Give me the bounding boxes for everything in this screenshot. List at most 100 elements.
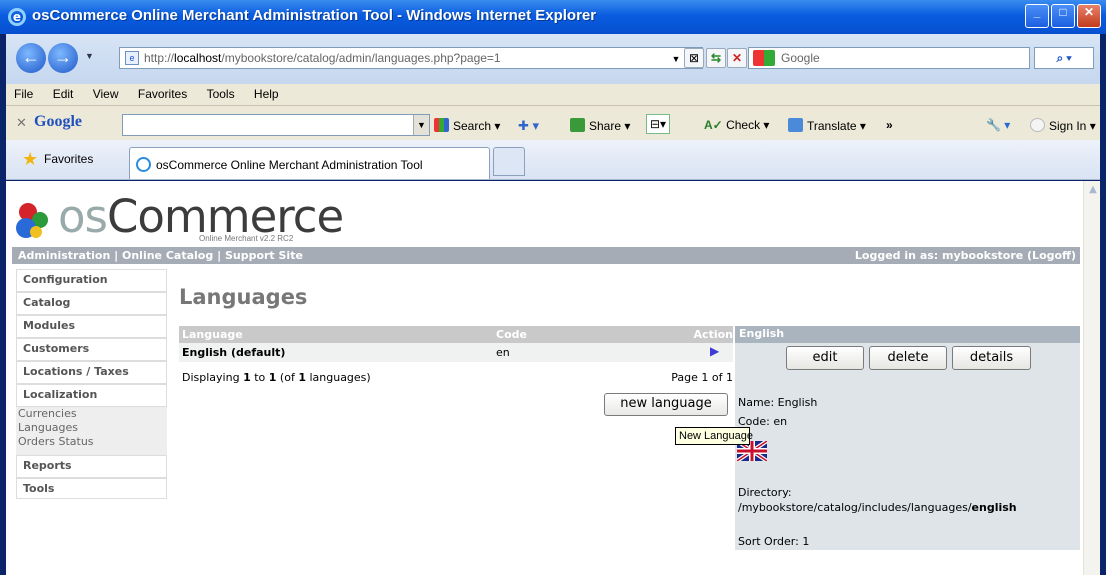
toolbar-search-label: Search — [453, 119, 492, 133]
displaying-prefix: Displaying — [182, 371, 244, 384]
link-separator: | — [114, 249, 122, 262]
menu-help[interactable]: Help — [246, 84, 287, 101]
info-panel-heading: English — [735, 326, 1080, 343]
share-button[interactable]: Share ▾ — [570, 118, 630, 133]
share-icon — [570, 118, 585, 132]
ie-tab-icon — [136, 157, 151, 172]
new-language-tooltip: New Language — [675, 427, 753, 445]
edit-button[interactable]: edit — [786, 346, 864, 370]
link-online-catalog[interactable]: Online Catalog — [122, 249, 213, 262]
url-path: /mybookstore/catalog/admin/languages.php… — [221, 51, 501, 65]
window-title: osCommerce Online Merchant Administratio… — [32, 7, 597, 24]
spellcheck-icon: A✓ — [704, 118, 723, 132]
back-button[interactable]: ← — [16, 43, 46, 73]
delete-button[interactable]: delete — [869, 346, 947, 370]
stop-icon[interactable]: ✕ — [727, 48, 747, 68]
directory-path-bold: english — [971, 501, 1017, 514]
favorites-label[interactable]: Favorites — [44, 152, 93, 166]
address-toolbar: ← → ▼ e http://localhost/mybookstore/cat… — [6, 34, 1100, 91]
menu-file[interactable]: File — [6, 84, 41, 101]
google-search-provider-icon — [753, 50, 775, 66]
forward-button[interactable]: → — [48, 43, 78, 73]
profile-icon — [1030, 118, 1045, 132]
displaying-total: 1 — [298, 371, 306, 384]
browser-tab-active[interactable]: osCommerce Online Merchant Administratio… — [129, 147, 490, 179]
translate-button[interactable]: Translate ▾ — [788, 118, 866, 133]
link-separator: | — [217, 249, 225, 262]
sidebar-item-customers[interactable]: Customers — [16, 338, 167, 361]
displaying-from: 1 — [243, 371, 251, 384]
wrench-icon[interactable]: 🔧 ▾ — [986, 118, 1010, 132]
ie-window: e osCommerce Online Merchant Administrat… — [0, 0, 1106, 575]
toolbar-plus-icon[interactable]: ✚ ▾ — [518, 118, 539, 134]
sidebar-item-localization[interactable]: Localization — [16, 384, 167, 407]
address-input[interactable]: e http://localhost/mybookstore/catalog/a… — [119, 47, 703, 69]
sign-in-button[interactable]: Sign In ▾ — [1030, 118, 1096, 133]
toolbar-options-icon[interactable]: ⊟▾ — [646, 114, 671, 134]
row-language: English (default) — [182, 346, 286, 359]
menu-favorites[interactable]: Favorites — [130, 84, 195, 101]
toolbar-search-button[interactable]: Search ▾ — [434, 118, 500, 133]
google-toolbar-input[interactable]: ▼ — [122, 114, 430, 136]
link-support-site[interactable]: Support Site — [225, 249, 303, 262]
selected-arrow-icon[interactable]: ▶ — [710, 344, 719, 358]
maximize-button[interactable]: □ — [1051, 4, 1075, 28]
search-box[interactable]: Google — [748, 47, 1030, 69]
close-toolbar-icon[interactable]: ✕ — [16, 115, 27, 131]
table-header: Language Code Action — [179, 326, 733, 343]
minimize-button[interactable]: _ — [1025, 4, 1049, 28]
sidebar-item-tools[interactable]: Tools — [16, 478, 167, 499]
favorites-star-icon[interactable]: ★ — [22, 149, 38, 170]
google-toolbar: ✕ Google ▼ Search ▾ ✚ ▾ Share ▾ ⊟▾ A✓ Ch… — [6, 106, 1100, 140]
new-language-button[interactable]: new language — [604, 393, 728, 416]
url-prefix: http:// — [144, 51, 175, 65]
menu-bar: File Edit View Favorites Tools Help — [6, 84, 1100, 106]
vertical-scrollbar[interactable]: ▲ — [1083, 181, 1100, 575]
more-chevron-icon[interactable]: » — [886, 118, 893, 132]
page-info: Page 1 of 1 — [671, 371, 733, 384]
window-title-bar[interactable]: e osCommerce Online Merchant Administrat… — [0, 0, 1106, 34]
check-button[interactable]: A✓ Check ▾ — [704, 118, 769, 132]
search-button[interactable]: ⌕ ▾ — [1034, 47, 1094, 69]
displaying-of: (of — [276, 371, 299, 384]
address-dropdown-icon[interactable]: ▼ — [666, 50, 686, 70]
logged-in-status[interactable]: Logged in as: mybookstore (Logoff) — [855, 249, 1076, 262]
sidebar-item-reports[interactable]: Reports — [16, 455, 167, 478]
new-tab-button[interactable] — [493, 147, 525, 176]
scroll-up-icon[interactable]: ▲ — [1087, 184, 1099, 198]
sidebar-subitem-orders-status[interactable]: Orders Status — [16, 435, 167, 448]
google-search-icon — [434, 118, 449, 132]
sidebar-item-locations-taxes[interactable]: Locations / Taxes — [16, 361, 167, 384]
admin-header-bar: Administration | Online Catalog | Suppor… — [12, 247, 1080, 264]
row-code: en — [496, 346, 510, 359]
close-window-button[interactable]: ✕ — [1077, 4, 1101, 28]
sign-in-label: Sign In — [1049, 119, 1087, 133]
share-label: Share — [589, 119, 622, 133]
menu-edit[interactable]: Edit — [45, 84, 82, 101]
details-button[interactable]: details — [952, 346, 1031, 370]
url-host: localhost — [174, 51, 222, 65]
sidebar-item-modules[interactable]: Modules — [16, 315, 167, 338]
table-row[interactable]: English (default) en ▶ — [179, 343, 733, 362]
info-sort-order: Sort Order: 1 — [738, 535, 810, 548]
content-area: Languages — [179, 285, 307, 309]
sidebar-subitem-currencies[interactable]: Currencies — [16, 407, 167, 420]
logo-os: os — [58, 190, 108, 243]
sidebar-subitem-languages[interactable]: Languages — [16, 421, 167, 434]
chevron-down-icon[interactable]: ▼ — [413, 115, 429, 135]
link-administration[interactable]: Administration — [18, 249, 110, 262]
compatibility-view-icon[interactable]: ⊠ — [684, 48, 704, 68]
sidebar-item-configuration[interactable]: Configuration — [16, 269, 167, 292]
logo-version: Online Merchant v2.2 RC2 — [199, 234, 294, 243]
recent-pages-dropdown-icon[interactable]: ▼ — [85, 51, 94, 61]
ie-logo-icon: e — [8, 8, 26, 26]
page-title: Languages — [179, 285, 308, 309]
check-label: Check — [726, 118, 761, 132]
refresh-icon[interactable]: ⇆ — [706, 48, 726, 68]
menu-view[interactable]: View — [85, 84, 127, 101]
directory-path-prefix: /mybookstore/catalog/includes/languages/ — [738, 501, 972, 514]
menu-tools[interactable]: Tools — [199, 84, 243, 101]
sidebar-item-catalog[interactable]: Catalog — [16, 292, 167, 315]
oscommerce-balls-icon — [16, 203, 48, 238]
column-action: Action — [693, 328, 733, 341]
